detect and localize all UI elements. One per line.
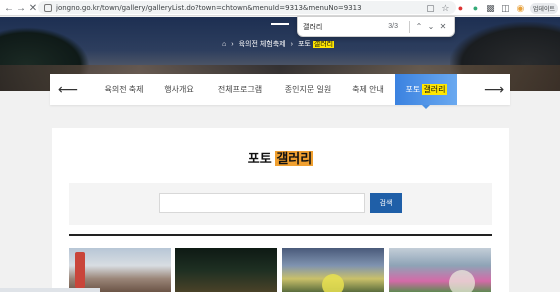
list-divider (69, 234, 492, 236)
site-info-icon[interactable] (44, 3, 52, 12)
translate-icon[interactable]: ▢ (425, 3, 436, 14)
extension-icon-2[interactable]: ● (470, 3, 481, 14)
breadcrumb-separator-icon: › (290, 40, 293, 48)
find-count: 3/3 (388, 23, 398, 30)
tab-label: 육의전 축제 (104, 85, 144, 94)
status-bar (0, 288, 100, 292)
page-title-highlight: 갤러리 (275, 151, 314, 166)
breadcrumb: ⌂ › 육의전 체험축제 › 포토 갤러리 (222, 39, 335, 49)
tab-label: 종인지문 일원 (284, 85, 332, 94)
search-panel: 검색 (69, 183, 492, 225)
find-prev-icon[interactable]: ⌃ (413, 22, 425, 31)
find-bar: 갤러리 3/3 ⌃ ⌄ ✕ (297, 16, 455, 37)
breadcrumb-plain: 포토 (297, 41, 311, 48)
find-close-icon[interactable]: ✕ (437, 22, 449, 31)
tab-info[interactable]: 축제 안내 (340, 74, 396, 105)
home-icon[interactable]: ⌂ (222, 41, 226, 48)
find-next-icon[interactable]: ⌄ (425, 22, 437, 31)
thumbnail-banner (75, 252, 85, 288)
thumbnail-balloon (449, 270, 475, 292)
gallery-thumbnail[interactable] (69, 248, 171, 292)
search-button[interactable]: 검색 (370, 193, 402, 213)
breadcrumb-item-festival[interactable]: 육의전 체험축제 (239, 39, 286, 49)
breadcrumb-item-gallery[interactable]: 포토 갤러리 (297, 39, 335, 49)
update-button[interactable]: 업데이트 (529, 2, 558, 14)
find-input[interactable]: 갤러리 (303, 22, 388, 32)
page-title-plain: 포토 (247, 151, 272, 166)
gallery-thumbnail[interactable] (282, 248, 384, 292)
address-text: jongno.go.kr/town/gallery/galleryList.do… (56, 3, 362, 12)
breadcrumb-separator-icon: › (231, 40, 234, 48)
find-divider (409, 20, 410, 33)
tab-area[interactable]: 종인지문 일원 (270, 74, 346, 105)
section-tabs: ⟵ 육의전 축제 행사개요 전체프로그램 종인지문 일원 축제 안내 포토 갤러… (50, 74, 510, 109)
tab-photo-gallery[interactable]: 포토 갤러리 (395, 74, 457, 109)
gallery-thumbnail[interactable] (389, 248, 491, 292)
tab-label-plain: 포토 (405, 85, 421, 94)
thumbnail-lantern (322, 274, 344, 292)
tab-label-highlight: 갤러리 (422, 84, 447, 95)
puzzle-icon[interactable]: ▩ (485, 3, 496, 14)
gallery-thumbnail[interactable] (175, 248, 277, 292)
tab-programs[interactable]: 전체프로그램 (202, 74, 278, 105)
bookmark-star-icon[interactable]: ☆ (440, 3, 451, 14)
toolbar-icons: ▢ ☆ ● ● ▩ ◫ ◉ 업데이트 (425, 0, 560, 16)
page-title: 포토 갤러리 (52, 148, 509, 167)
address-bar[interactable]: jongno.go.kr/town/gallery/galleryList.do… (38, 1, 456, 14)
tab-label: 전체프로그램 (217, 85, 263, 94)
active-tab-caret (422, 105, 430, 109)
tabs-prev-arrow-icon[interactable]: ⟵ (58, 81, 78, 98)
search-input[interactable] (159, 193, 365, 213)
browser-toolbar: ← → ✕ jongno.go.kr/town/gallery/galleryL… (0, 0, 560, 16)
gallery-card: 포토 갤러리 검색 (52, 128, 509, 292)
sidebar-icon[interactable]: ◫ (500, 3, 511, 14)
tab-label: 축제 안내 (352, 85, 384, 94)
tabs-next-arrow-icon[interactable]: ⟶ (484, 81, 504, 98)
avatar[interactable]: ◉ (515, 3, 526, 14)
tab-label: 행사개요 (164, 85, 194, 94)
extension-icon[interactable]: ● (455, 3, 466, 14)
hero-accent-line (271, 23, 289, 25)
breadcrumb-highlight: 갤러리 (312, 41, 335, 48)
